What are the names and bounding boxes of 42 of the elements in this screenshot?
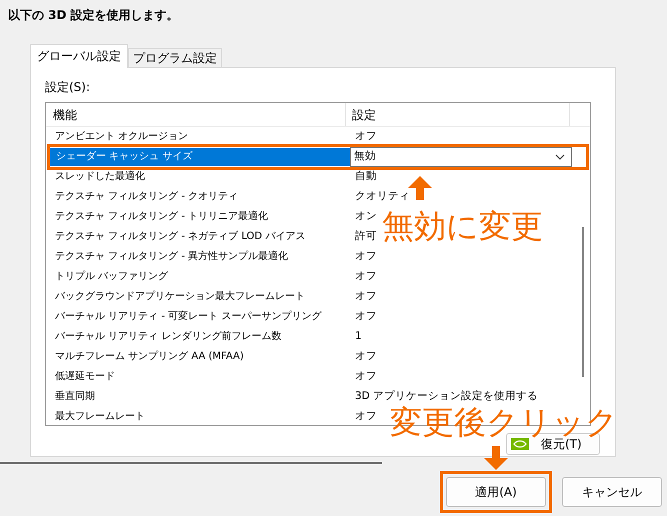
- feature-cell[interactable]: テクスチャ フィルタリング - クオリティ: [49, 188, 349, 206]
- value-cell-text: クオリティ: [355, 189, 410, 204]
- dialog-button[interactable]: 適用(A): [446, 477, 546, 507]
- value-cell-text: 3D アプリケーション設定を使用する: [355, 389, 538, 404]
- eye-logo-icon: [511, 438, 529, 450]
- feature-cell[interactable]: テクスチャ フィルタリング - 異方性サンプル最適化: [49, 248, 349, 266]
- feature-cell[interactable]: スレッドした最適化: [49, 168, 349, 186]
- annotation-text: 無効に変更: [382, 206, 543, 246]
- up-arrow-icon: [408, 176, 432, 200]
- feature-cell[interactable]: アンビエント オクルージョン: [49, 128, 349, 146]
- feature-cell[interactable]: テクスチャ フィルタリング - トリリニア最適化: [49, 208, 349, 226]
- value-cell-text: オフ: [355, 249, 377, 264]
- value-cell-text: オン: [355, 209, 377, 224]
- feature-cell[interactable]: トリプル バッファリング: [49, 268, 349, 286]
- value-cell-text: オフ: [355, 269, 377, 284]
- feature-cell[interactable]: バーチャル リアリティ - 可変レート スーパーサンプリング: [49, 308, 349, 326]
- value-cell-text: オフ: [355, 349, 377, 364]
- feature-cell[interactable]: 低遅延モード: [49, 368, 349, 386]
- feature-cell[interactable]: バックグラウンドアプリケーション最大フレームレート: [49, 288, 349, 306]
- value-cell-text: 許可: [355, 229, 377, 244]
- chevron-down-icon: [555, 154, 565, 160]
- feature-cell[interactable]: シェーダー キャッシュ サイズ: [50, 148, 350, 166]
- tab[interactable]: グローバル設定: [30, 44, 128, 68]
- value-cell-text: 自動: [355, 169, 377, 184]
- value-cell-text: オフ: [355, 289, 377, 304]
- value-cell-text: オフ: [355, 369, 377, 384]
- column-header: 機能: [46, 103, 346, 126]
- value-cell-text: オフ: [355, 129, 377, 144]
- value-dropdown[interactable]: 無効: [350, 147, 572, 167]
- heading: 以下の 3D 設定を使用します。: [8, 7, 179, 24]
- settings-label: 設定(S):: [45, 79, 90, 96]
- value-cell-text: オフ: [355, 309, 377, 324]
- column-header: 設定: [346, 103, 570, 126]
- feature-cell[interactable]: 最大フレームレート: [49, 408, 349, 425]
- feature-cell[interactable]: テクスチャ フィルタリング - ネガティブ LOD バイアス: [49, 228, 349, 246]
- feature-cell[interactable]: 垂直同期: [49, 388, 349, 406]
- value-cell-text: オフ: [355, 409, 377, 424]
- dialog-button[interactable]: キャンセル: [562, 477, 662, 507]
- tab[interactable]: プログラム設定: [128, 48, 222, 68]
- feature-cell[interactable]: マルチフレーム サンプリング AA (MFAA): [49, 348, 349, 366]
- feature-cell[interactable]: バーチャル リアリティ レンダリング前フレーム数: [49, 328, 349, 346]
- value-cell-text: 1: [355, 329, 362, 344]
